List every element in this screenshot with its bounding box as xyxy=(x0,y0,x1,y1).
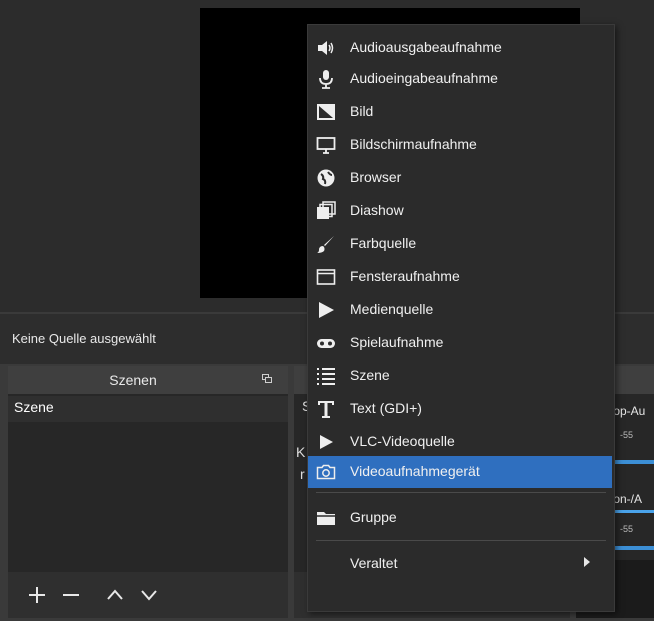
menu-item-color-source[interactable]: Farbquelle xyxy=(308,228,612,260)
mixer-channel-label: top-Au xyxy=(610,404,646,418)
menu-item-display-capture[interactable]: Bildschirmaufnahme xyxy=(308,129,612,161)
menu-item-media-source[interactable]: Medienquelle xyxy=(308,294,612,326)
menu-item-scene[interactable]: Szene xyxy=(308,360,612,392)
minus-icon xyxy=(63,594,79,596)
menu-item-label: Szene xyxy=(350,367,390,383)
remove-scene-button[interactable] xyxy=(56,580,86,610)
menu-item-image[interactable]: Bild xyxy=(308,96,612,128)
menu-separator xyxy=(316,540,606,541)
menu-item-deprecated[interactable]: Veraltet xyxy=(308,548,612,580)
mixer-tick-label: -55 xyxy=(620,430,634,440)
chevron-up-icon xyxy=(107,589,123,600)
globe-icon xyxy=(316,168,336,188)
add-scene-button[interactable] xyxy=(22,580,52,610)
menu-item-window-capture[interactable]: Fensteraufnahme xyxy=(308,261,612,293)
menu-item-label: Browser xyxy=(350,169,402,185)
play-icon xyxy=(316,300,336,320)
menu-item-text-gdi[interactable]: Text (GDI+) xyxy=(308,393,612,425)
menu-item-label: Bild xyxy=(350,103,374,119)
move-scene-up-button[interactable] xyxy=(100,580,130,610)
list-icon xyxy=(316,366,336,386)
slideshow-icon xyxy=(316,201,336,221)
menu-item-label: Videoaufnahmegerät xyxy=(350,463,480,479)
menu-item-label: Bildschirmaufnahme xyxy=(350,136,477,152)
menu-item-vlc-video-source[interactable]: VLC-Videoquelle xyxy=(308,426,612,458)
brush-icon xyxy=(316,234,336,254)
monitor-icon xyxy=(316,135,336,155)
menu-item-audio-input-capture[interactable]: Audioeingabeaufnahme xyxy=(308,63,612,95)
menu-item-label: Medienquelle xyxy=(350,301,434,317)
menu-item-label: Spielaufnahme xyxy=(350,334,444,350)
menu-item-label: Diashow xyxy=(350,202,404,218)
menu-item-label: Fensteraufnahme xyxy=(350,268,460,284)
volume-slider[interactable] xyxy=(610,460,654,464)
undock-icon[interactable] xyxy=(262,374,272,384)
menu-item-group[interactable]: Gruppe xyxy=(308,502,612,534)
sources-partial-text: r xyxy=(300,466,305,482)
scenes-dock-title: Szenen xyxy=(109,372,157,388)
menu-item-audio-output-capture[interactable]: Audioausgabeaufnahme xyxy=(308,32,612,64)
plus-icon xyxy=(29,587,45,603)
menu-item-label: VLC-Videoquelle xyxy=(350,433,455,449)
submenu-arrow-icon xyxy=(584,557,590,567)
menu-separator xyxy=(316,492,606,493)
menu-item-game-capture[interactable]: Spielaufnahme xyxy=(308,327,612,359)
menu-item-label: Farbquelle xyxy=(350,235,417,251)
text-icon xyxy=(316,399,336,419)
menu-item-slideshow[interactable]: Diashow xyxy=(308,195,612,227)
volume-slider[interactable] xyxy=(610,546,654,550)
menu-item-label: Text (GDI+) xyxy=(350,400,422,416)
image-icon xyxy=(316,102,336,122)
no-source-label: Keine Quelle ausgewählt xyxy=(12,331,156,346)
scenes-toolbar xyxy=(8,572,288,618)
menu-item-label: Audioausgabeaufnahme xyxy=(350,39,502,55)
camera-icon xyxy=(316,462,336,482)
scene-item-label: Szene xyxy=(14,399,54,415)
audio-level-meter xyxy=(610,510,654,513)
window-icon xyxy=(316,267,336,287)
folder-icon xyxy=(316,508,336,528)
menu-item-label: Gruppe xyxy=(350,509,397,525)
move-scene-down-button[interactable] xyxy=(134,580,164,610)
mixer-channel-label: fon-/A xyxy=(610,492,643,506)
microphone-icon xyxy=(316,69,336,89)
speaker-icon xyxy=(316,38,336,58)
menu-item-video-capture-device[interactable]: Videoaufnahmegerät xyxy=(308,456,612,488)
menu-item-browser[interactable]: Browser xyxy=(308,162,612,194)
menu-item-label: Audioeingabeaufnahme xyxy=(350,70,498,86)
sources-partial-text: K xyxy=(296,444,306,460)
chevron-down-icon xyxy=(141,590,157,601)
menu-item-label: Veraltet xyxy=(350,555,398,571)
gamepad-icon xyxy=(316,333,336,353)
play-icon xyxy=(316,432,336,452)
mixer-tick-label: -55 xyxy=(620,524,634,534)
